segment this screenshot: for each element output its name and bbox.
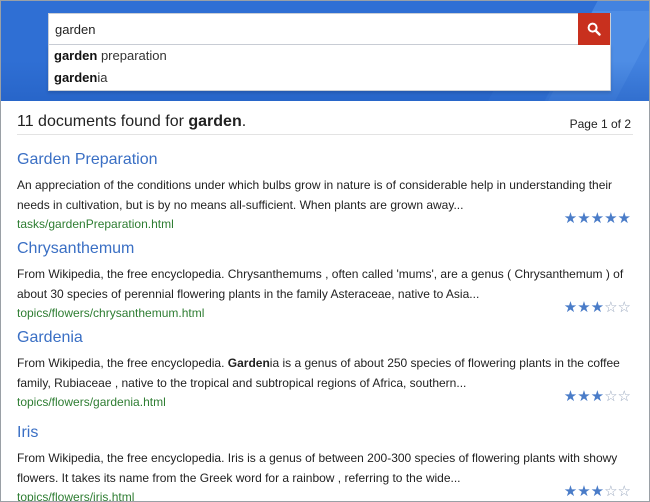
suggestion-item[interactable]: garden preparation: [49, 45, 610, 67]
snippet-text: From Wikipedia, the free encyclopedia. C…: [17, 267, 624, 301]
star-filled-icon: ★: [577, 388, 591, 405]
snippet-text: From Wikipedia, the free encyclopedia.: [17, 356, 228, 370]
rating-stars: ★★★★★: [564, 211, 631, 226]
star-filled-icon: ★: [590, 483, 605, 500]
result-url-link[interactable]: tasks/gardenPreparation.html: [17, 217, 174, 231]
star-empty-icon: ☆: [617, 483, 631, 500]
results-count-suffix: .: [241, 113, 247, 130]
star-filled-icon: ★: [577, 299, 591, 316]
page-indicator: Page 1 of 2: [569, 117, 631, 131]
star-filled-icon: ★: [563, 299, 578, 316]
search-page: garden preparation gardenia 11 documents…: [0, 0, 650, 502]
suggestion-match: garden: [54, 48, 98, 63]
star-empty-icon: ☆: [604, 388, 618, 405]
result-title-link[interactable]: Gardenia: [17, 329, 83, 347]
result-title-link[interactable]: Garden Preparation: [17, 151, 158, 169]
results-count-term: garden: [188, 113, 242, 130]
result-snippet: From Wikipedia, the free encyclopedia. I…: [17, 448, 627, 488]
search-input[interactable]: [49, 14, 579, 44]
result-item: Chrysanthemum From Wikipedia, the free e…: [17, 240, 633, 324]
suggestion-rest: ia: [97, 70, 108, 85]
star-filled-icon: ★: [604, 210, 618, 227]
star-filled-icon: ★: [590, 210, 605, 227]
search-box: [48, 13, 611, 45]
star-filled-icon: ★: [563, 388, 578, 405]
star-filled-icon: ★: [590, 299, 605, 316]
star-filled-icon: ★: [563, 483, 578, 500]
rating-stars: ★★★☆☆: [564, 389, 631, 404]
result-item: Garden Preparation An appreciation of th…: [17, 151, 633, 235]
result-title-link[interactable]: Iris: [17, 424, 38, 442]
result-snippet: From Wikipedia, the free encyclopedia. G…: [17, 353, 627, 393]
result-url-link[interactable]: topics/flowers/gardenia.html: [17, 395, 166, 409]
star-filled-icon: ★: [563, 210, 578, 227]
star-empty-icon: ☆: [617, 299, 631, 316]
snippet-text: From Wikipedia, the free encyclopedia. I…: [17, 451, 618, 485]
rating-stars: ★★★☆☆: [564, 300, 631, 315]
result-snippet: From Wikipedia, the free encyclopedia. C…: [17, 264, 627, 304]
results-header: 11 documents found for garden. Page 1 of…: [17, 113, 633, 135]
snippet-text: An appreciation of the conditions under …: [17, 178, 613, 212]
result-item: Gardenia From Wikipedia, the free encycl…: [17, 329, 633, 413]
results-count-prefix: 11 documents found for: [17, 113, 189, 130]
star-filled-icon: ★: [577, 483, 591, 500]
result-item: Iris From Wikipedia, the free encycloped…: [17, 424, 633, 501]
results-count: 11 documents found for garden.: [17, 113, 246, 131]
star-filled-icon: ★: [617, 210, 631, 227]
star-filled-icon: ★: [577, 210, 591, 227]
snippet-highlight: Garden: [227, 356, 270, 370]
result-title-link[interactable]: Chrysanthemum: [17, 240, 134, 258]
result-url-link[interactable]: topics/flowers/chrysanthemum.html: [17, 306, 204, 320]
rating-stars: ★★★☆☆: [564, 484, 631, 499]
search-button[interactable]: [578, 13, 610, 45]
suggestion-dropdown: garden preparation gardenia: [48, 45, 611, 91]
star-filled-icon: ★: [590, 388, 605, 405]
suggestion-match: garden: [54, 70, 98, 85]
search-icon: [587, 22, 601, 36]
star-empty-icon: ☆: [617, 388, 631, 405]
suggestion-rest: preparation: [97, 48, 167, 63]
star-empty-icon: ☆: [604, 299, 618, 316]
result-snippet: An appreciation of the conditions under …: [17, 175, 627, 215]
star-empty-icon: ☆: [604, 483, 618, 500]
result-url-link[interactable]: topics/flowers/iris.html: [17, 490, 134, 501]
suggestion-item[interactable]: gardenia: [49, 67, 610, 89]
